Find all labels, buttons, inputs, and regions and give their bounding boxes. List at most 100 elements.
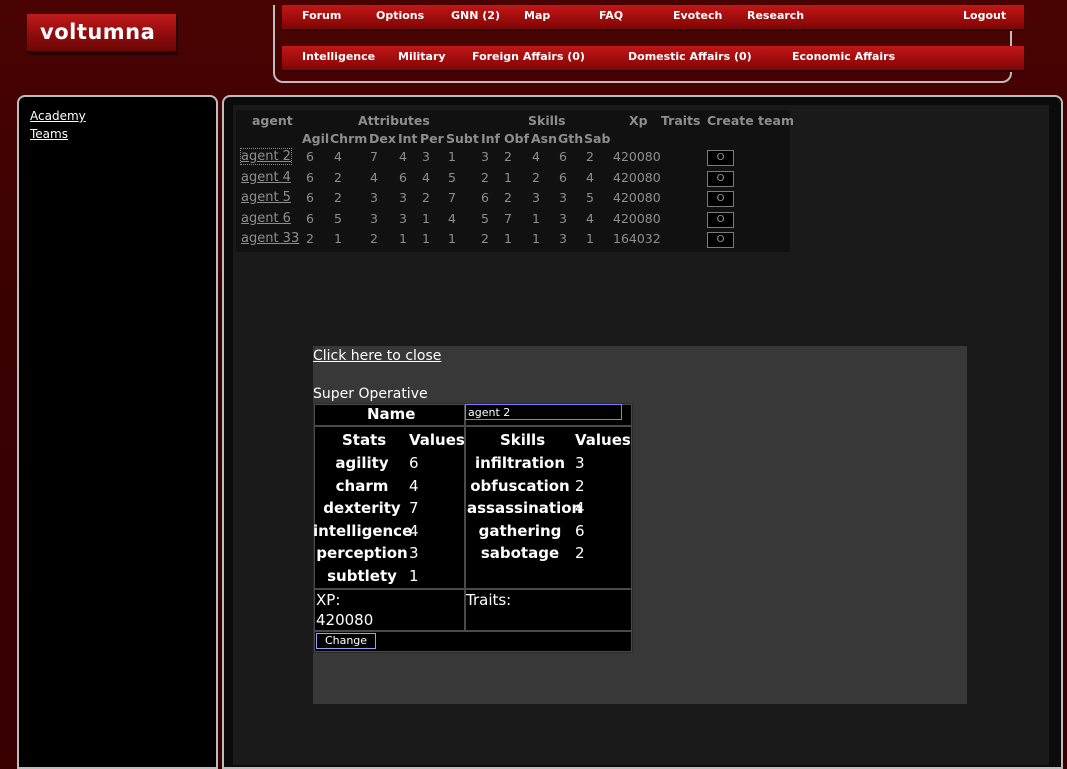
stat-value: 1 xyxy=(409,567,419,585)
agent-link[interactable]: agent 33 xyxy=(241,231,299,246)
agent-xp-cell: 420080 xyxy=(613,211,661,226)
agent-stat-cell: 2 xyxy=(306,231,314,246)
stat-label: subtlety xyxy=(327,567,397,585)
col-header-xp: Xp xyxy=(629,113,648,128)
agent-link[interactable]: agent 4 xyxy=(241,170,291,185)
sub-header-int: Int xyxy=(398,131,418,146)
agent-stat-cell: 7 xyxy=(370,149,378,164)
agent-stat-cell: 1 xyxy=(334,231,342,246)
stat-label: dexterity xyxy=(323,499,401,518)
stat-value: 3 xyxy=(409,544,419,563)
agent-xp-cell: 420080 xyxy=(613,149,661,164)
sidebar-item-teams[interactable]: Teams xyxy=(30,127,68,141)
agent-stat-cell: 3 xyxy=(559,211,567,226)
sub-header-inf: Inf xyxy=(481,131,500,146)
agent-xp-cell: 420080 xyxy=(613,190,661,205)
skill-label: sabotage xyxy=(480,544,560,563)
sidebar-item-academy[interactable]: Academy xyxy=(30,109,86,123)
skill-label: gathering xyxy=(478,521,562,540)
skill-value: 4 xyxy=(575,499,585,518)
nav-research[interactable]: Research xyxy=(747,9,804,22)
agent-link[interactable]: agent 5 xyxy=(241,190,291,205)
traits-label: Traits: xyxy=(466,591,512,609)
stats-header: Stats xyxy=(342,431,387,449)
agent-stat-cell: 6 xyxy=(399,170,407,185)
col-header-traits: Traits xyxy=(661,113,701,128)
nav-forum[interactable]: Forum xyxy=(302,9,341,22)
logo-text: voltumna xyxy=(40,20,156,44)
nav-faq[interactable]: FAQ xyxy=(599,9,623,22)
agent-stat-cell: 3 xyxy=(481,149,489,164)
create-team-button[interactable]: O xyxy=(707,191,734,207)
skill-value: 2 xyxy=(575,476,585,495)
nav-map[interactable]: Map xyxy=(524,9,550,22)
agent-stat-cell: 3 xyxy=(399,190,407,205)
nav-military[interactable]: Military xyxy=(398,50,446,63)
agent-stat-cell: 3 xyxy=(559,190,567,205)
agent-stat-cell: 4 xyxy=(334,149,342,164)
agent-link[interactable]: agent 6 xyxy=(241,211,291,226)
agent-stat-cell: 1 xyxy=(586,231,594,246)
agent-stat-cell: 6 xyxy=(481,190,489,205)
create-team-button[interactable]: O xyxy=(707,232,734,248)
stat-value: 4 xyxy=(409,521,419,540)
agent-stat-cell: 4 xyxy=(399,149,407,164)
name-label: Name xyxy=(367,405,416,423)
create-team-button[interactable]: O xyxy=(707,171,734,187)
col-header-skills: Skills xyxy=(528,113,566,128)
agent-stat-cell: 3 xyxy=(370,190,378,205)
sub-header-sab: Sab xyxy=(584,131,611,146)
agent-stat-cell: 3 xyxy=(370,211,378,226)
agent-stat-cell: 4 xyxy=(370,170,378,185)
agent-stat-cell: 6 xyxy=(559,149,567,164)
agent-stat-cell: 2 xyxy=(532,170,540,185)
sub-header-agil: Agil xyxy=(302,131,330,146)
agent-detail-popup: Click here to close Super Operative Name… xyxy=(313,346,967,704)
agent-stat-cell: 2 xyxy=(422,190,430,205)
skill-value: 2 xyxy=(575,544,585,563)
close-popup-link[interactable]: Click here to close xyxy=(313,348,441,364)
agent-stat-cell: 5 xyxy=(334,211,342,226)
voltumna-logo[interactable]: voltumna xyxy=(27,14,176,53)
stat-label: charm xyxy=(335,476,389,495)
agent-stat-cell: 5 xyxy=(481,211,489,226)
stat-label: perception xyxy=(316,544,408,563)
skill-value: 3 xyxy=(575,454,585,472)
agent-stat-cell: 6 xyxy=(306,149,314,164)
agent-stat-cell: 3 xyxy=(399,211,407,226)
sub-header-per: Per xyxy=(420,131,444,146)
agent-link[interactable]: agent 2 xyxy=(240,148,292,165)
nav-intelligence[interactable]: Intelligence xyxy=(302,50,375,63)
agent-stat-cell: 4 xyxy=(532,149,540,164)
agent-stat-cell: 1 xyxy=(448,149,456,164)
change-button[interactable]: Change xyxy=(316,633,376,649)
sub-header-chrm: Chrm xyxy=(330,131,368,146)
sidebar: Academy Teams xyxy=(17,95,218,769)
agent-stat-cell: 1 xyxy=(504,231,512,246)
skills-header: Skills xyxy=(500,431,546,449)
col-header-attributes: Attributes xyxy=(358,113,430,128)
agent-stat-cell: 1 xyxy=(532,231,540,246)
create-team-button[interactable]: O xyxy=(707,212,734,228)
agent-name-input[interactable] xyxy=(465,404,622,420)
skill-label: infiltration xyxy=(474,454,566,472)
skill-label: assassination xyxy=(467,499,583,518)
sub-header-obf: Obf xyxy=(504,131,530,146)
nav-economic-affairs[interactable]: Economic Affairs xyxy=(792,50,895,63)
agent-stat-cell: 5 xyxy=(448,170,456,185)
create-team-button[interactable]: O xyxy=(707,150,734,166)
stat-value: 7 xyxy=(409,499,419,518)
nav-foreign-affairs[interactable]: Foreign Affairs (0) xyxy=(472,50,585,63)
nav-bar-primary: Forum Options GNN (2) Map FAQ Evotech Re… xyxy=(282,5,1024,31)
nav-domestic-affairs[interactable]: Domestic Affairs (0) xyxy=(628,50,752,63)
skill-label: obfuscation xyxy=(470,476,570,495)
nav-options[interactable]: Options xyxy=(376,9,424,22)
agent-stat-cell: 2 xyxy=(481,170,489,185)
nav-logout[interactable]: Logout xyxy=(963,9,1006,22)
agent-stat-cell: 2 xyxy=(370,231,378,246)
sub-header-subt: Subt xyxy=(446,131,479,146)
nav-gnn[interactable]: GNN (2) xyxy=(451,9,500,22)
agent-stat-cell: 6 xyxy=(559,170,567,185)
agent-stat-cell: 2 xyxy=(586,149,594,164)
nav-evotech[interactable]: Evotech xyxy=(673,9,722,22)
